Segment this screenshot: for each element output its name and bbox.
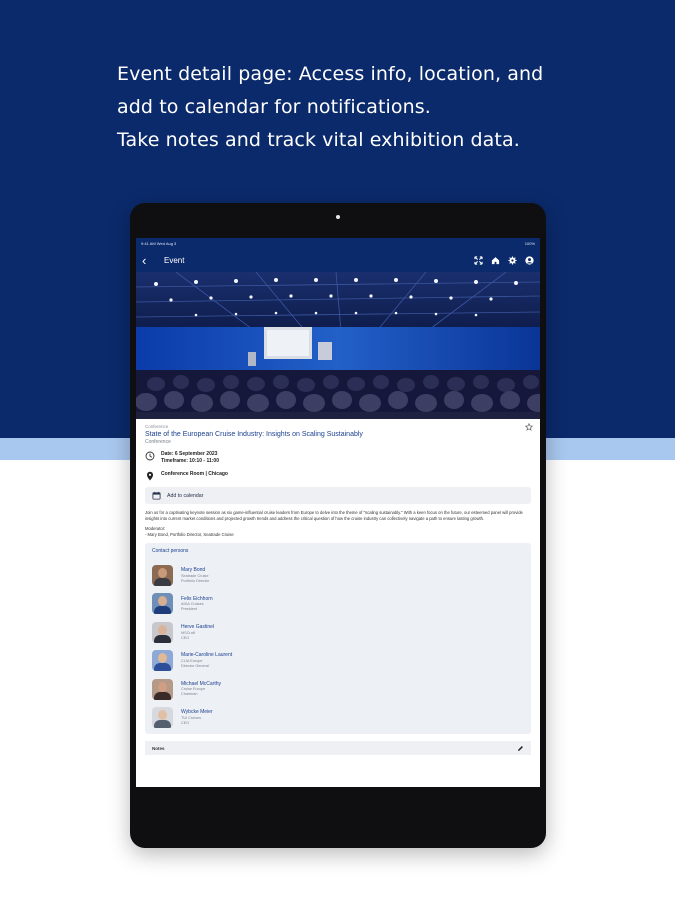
- tablet-frame: 9:41 AM Wed Aug 3 100% ‹ Event Conferenc…: [130, 203, 546, 848]
- contact-info: Mary Bond Seatrade Cruise Portfolio Direct…: [181, 567, 209, 584]
- add-to-calendar-label: Add to calendar: [167, 492, 204, 499]
- avatar: [152, 565, 173, 587]
- notes-bar[interactable]: Notes: [145, 741, 531, 756]
- status-time: 9:41 AM Wed Aug 3: [141, 240, 177, 246]
- date-time-text: Date: 6 September 2023 Timeframe: 10:10 …: [161, 451, 219, 465]
- promo-headline: Event detail page: Access info, location…: [117, 58, 637, 157]
- status-bar: 9:41 AM Wed Aug 3 100%: [136, 238, 540, 248]
- event-description: Join us for a captivating keynote sessio…: [145, 510, 523, 521]
- avatar-head: [158, 710, 167, 721]
- front-camera: [336, 215, 340, 219]
- contact-persons-card: Contact persons Mary Bond Seatrade Cruise…: [145, 543, 531, 735]
- app-bar-actions: [474, 255, 534, 265]
- avatar-head: [158, 568, 167, 579]
- event-hero-image: [136, 272, 540, 419]
- moderator-block: Moderator: - Mary Bond, Portfolio Direct…: [145, 526, 531, 537]
- contact-name: Mary Bond: [181, 567, 206, 574]
- avatar-body: [154, 720, 171, 729]
- event-location: Conference Room | Chicago: [161, 471, 228, 477]
- contact-role: President: [181, 607, 198, 612]
- contact-persons-title: Contact persons: [152, 548, 189, 555]
- headline-line-2: add to calendar for notifications.: [117, 96, 431, 118]
- edit-pencil-icon[interactable]: [517, 745, 524, 752]
- contact-name: Wybcke Meier: [181, 709, 213, 716]
- calendar-icon: [152, 491, 161, 500]
- home-icon[interactable]: [491, 256, 500, 265]
- avatar-head: [158, 624, 167, 635]
- event-date: Date: 6 September 2023: [161, 451, 218, 457]
- avatar-body: [154, 578, 171, 587]
- date-time-row: Date: 6 September 2023 Timeframe: 10:10 …: [145, 451, 531, 465]
- location-pin-icon: [147, 471, 153, 481]
- avatar: [152, 707, 173, 729]
- contact-role: Chairman: [181, 692, 198, 697]
- contact-role: CEO: [181, 635, 190, 640]
- settings-icon[interactable]: [508, 255, 517, 265]
- headline-line-3: Take notes and track vital exhibition da…: [117, 129, 520, 151]
- event-type: Conference: [145, 439, 171, 445]
- contact-info: Marie-Caroline Laurent CLIA Europe Directo…: [181, 652, 232, 669]
- avatar-body: [154, 634, 171, 643]
- event-title: State of the European Cruise Industry: I…: [145, 431, 363, 438]
- chevron-left-icon[interactable]: ‹: [142, 254, 154, 267]
- clock-icon: [145, 451, 155, 461]
- app-bar: ‹ Event: [136, 248, 540, 272]
- contact-person-row[interactable]: Marie-Caroline Laurent CLIA Europe Directo…: [152, 647, 524, 675]
- favorite-star-icon[interactable]: [525, 423, 533, 431]
- contact-info: Wybcke Meier TUI Cruises CEO: [181, 709, 213, 726]
- contact-person-row[interactable]: Herve Gastinel MSCruff CEO: [152, 618, 524, 646]
- location-row[interactable]: Conference Room | Chicago: [145, 471, 531, 481]
- event-category: Conference: [145, 424, 169, 429]
- expand-icon[interactable]: [474, 255, 483, 265]
- contact-info: Herve Gastinel MSCruff CEO: [181, 624, 214, 641]
- contact-info: Felix Eichhorn AIDA Cruises President: [181, 596, 213, 613]
- notes-label: Notes: [152, 745, 165, 751]
- contact-role: Portfolio Director: [181, 578, 210, 583]
- avatar-body: [154, 606, 171, 615]
- avatar: [152, 650, 173, 672]
- app-screen: 9:41 AM Wed Aug 3 100% ‹ Event Conferenc…: [136, 238, 540, 787]
- event-details: Conference State of the European Cruise …: [136, 419, 540, 756]
- avatar-head: [158, 681, 167, 692]
- avatar: [152, 678, 173, 700]
- user-icon[interactable]: [525, 255, 534, 265]
- contact-name: Herve Gastinel: [181, 624, 215, 631]
- contact-person-row[interactable]: Mary Bond Seatrade Cruise Portfolio Direct…: [152, 561, 524, 589]
- contact-person-row[interactable]: Felix Eichhorn AIDA Cruises President: [152, 590, 524, 618]
- avatar: [152, 621, 173, 643]
- contact-role: CEO: [181, 720, 190, 725]
- contact-person-row[interactable]: Wybcke Meier TUI Cruises CEO: [152, 703, 524, 731]
- avatar-head: [158, 653, 167, 664]
- moderator-name: - Mary Bond, Portfolio Director, Seatrad…: [145, 531, 234, 537]
- add-to-calendar-button[interactable]: Add to calendar: [145, 487, 531, 504]
- avatar-body: [154, 691, 171, 700]
- avatar: [152, 593, 173, 615]
- contact-info: Michael McCarthy Cruise Europe Chairman: [181, 681, 221, 698]
- contact-person-row[interactable]: Michael McCarthy Cruise Europe Chairman: [152, 675, 524, 703]
- contact-role: Director General: [181, 663, 209, 668]
- status-battery: 100%: [524, 240, 535, 246]
- event-timeframe: Timeframe: 10:10 - 11:00: [161, 458, 219, 464]
- app-bar-title: Event: [164, 255, 185, 265]
- headline-line-1: Event detail page: Access info, location…: [117, 63, 544, 85]
- avatar-body: [154, 663, 171, 672]
- contact-list: Mary Bond Seatrade Cruise Portfolio Direct…: [152, 561, 524, 731]
- avatar-head: [158, 596, 167, 607]
